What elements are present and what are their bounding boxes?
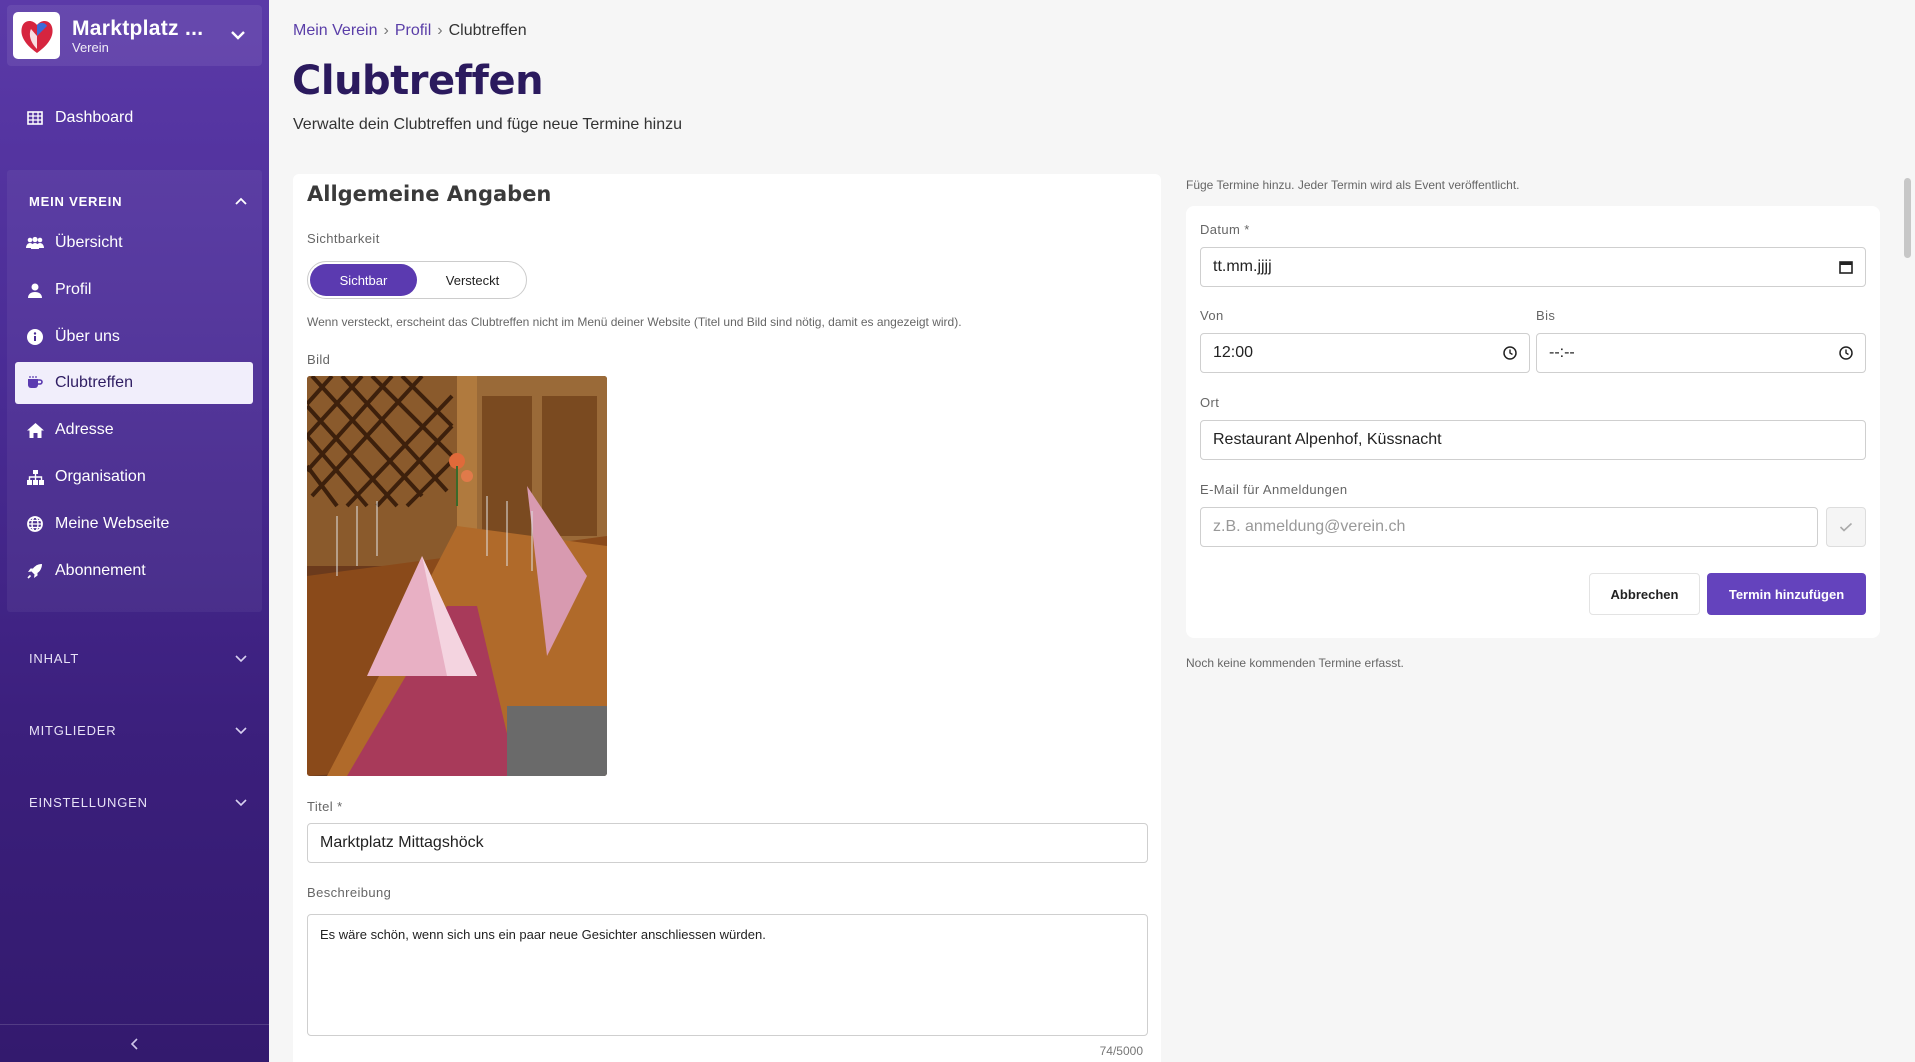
section-heading: Allgemeine Angaben bbox=[307, 182, 552, 206]
to-label: Bis bbox=[1536, 308, 1556, 323]
globe-icon bbox=[15, 516, 55, 532]
to-time-input[interactable]: --:-- bbox=[1536, 333, 1866, 373]
sidebar-item-label: Über uns bbox=[55, 328, 120, 345]
sidebar-item-adresse[interactable]: Adresse bbox=[15, 409, 253, 451]
sidebar-item-clubtreffen[interactable]: Clubtreffen bbox=[15, 362, 253, 404]
description-value: Es wäre schön, wenn sich uns ein paar ne… bbox=[320, 927, 766, 942]
sidebar-item-label: Adresse bbox=[55, 421, 114, 438]
cancel-button[interactable]: Abbrechen bbox=[1589, 573, 1700, 615]
from-time-value: 12:00 bbox=[1213, 344, 1254, 361]
place-input-value: Restaurant Alpenhof, Küssnacht bbox=[1213, 431, 1442, 448]
breadcrumb: Mein Verein › Profil › Clubtreffen bbox=[293, 22, 527, 40]
character-counter: 74/5000 bbox=[1099, 1044, 1143, 1058]
club-image[interactable] bbox=[307, 376, 607, 776]
sidebar-item-label: Abonnement bbox=[55, 562, 146, 579]
breadcrumb-separator-icon: › bbox=[383, 22, 389, 39]
sidebar-item-label: Organisation bbox=[55, 468, 146, 485]
section-label: EINSTELLUNGEN bbox=[29, 795, 148, 810]
rocket-icon bbox=[15, 563, 55, 579]
clock-icon[interactable] bbox=[1503, 346, 1517, 360]
sidebar-item-organisation[interactable]: Organisation bbox=[15, 456, 253, 498]
section-inhalt[interactable]: INHALT bbox=[29, 651, 248, 666]
calendar-icon[interactable] bbox=[1839, 260, 1853, 274]
visibility-hint: Wenn versteckt, erscheint das Clubtreffe… bbox=[307, 315, 962, 329]
page-title: Clubtreffen bbox=[292, 58, 544, 104]
sidebar-item-dashboard[interactable]: Dashboard bbox=[15, 97, 253, 139]
to-time-value: --:-- bbox=[1549, 344, 1575, 361]
chevron-up-icon bbox=[235, 197, 247, 205]
info-icon bbox=[15, 329, 55, 345]
visibility-label: Sichtbarkeit bbox=[307, 231, 380, 246]
no-termine-text: Noch keine kommenden Termine erfasst. bbox=[1186, 656, 1404, 670]
scrollbar-thumb[interactable] bbox=[1904, 178, 1911, 258]
check-icon bbox=[1839, 522, 1853, 532]
email-input[interactable]: z.B. anmeldung@verein.ch bbox=[1200, 507, 1818, 547]
section-mein-verein[interactable]: MEIN VEREIN bbox=[29, 194, 248, 209]
place-input[interactable]: Restaurant Alpenhof, Küssnacht bbox=[1200, 420, 1866, 460]
sidebar-item-ueber-uns[interactable]: Über uns bbox=[15, 316, 253, 358]
page-scrollbar[interactable] bbox=[1901, 160, 1915, 1062]
sidebar-item-label: Übersicht bbox=[55, 234, 123, 251]
clock-icon[interactable] bbox=[1839, 346, 1853, 360]
breadcrumb-link-profil[interactable]: Profil bbox=[395, 22, 431, 40]
place-label: Ort bbox=[1200, 395, 1220, 410]
confirm-email-button[interactable] bbox=[1826, 507, 1866, 547]
sidebar-item-label: Dashboard bbox=[55, 109, 134, 126]
title-label: Titel * bbox=[307, 799, 343, 814]
chevron-down-icon bbox=[230, 27, 246, 45]
sitemap-icon bbox=[15, 469, 55, 485]
visibility-option-hidden[interactable]: Versteckt bbox=[419, 262, 526, 298]
sidebar-item-abonnement[interactable]: Abonnement bbox=[15, 550, 253, 592]
home-icon bbox=[15, 422, 55, 438]
date-input[interactable]: tt.mm.jjjj bbox=[1200, 247, 1866, 287]
page-subtitle: Verwalte dein Clubtreffen und füge neue … bbox=[293, 116, 683, 133]
add-termin-card: Datum * tt.mm.jjjj Von Bis 12:00 --:-- O… bbox=[1186, 206, 1880, 638]
chevron-down-icon bbox=[235, 799, 247, 807]
email-placeholder: z.B. anmeldung@verein.ch bbox=[1213, 518, 1406, 535]
add-termin-button[interactable]: Termin hinzufügen bbox=[1707, 573, 1866, 615]
chevron-down-icon bbox=[235, 727, 247, 735]
description-label: Beschreibung bbox=[307, 885, 392, 900]
sidebar-item-profil[interactable]: Profil bbox=[15, 269, 253, 311]
sidebar-item-label: Clubtreffen bbox=[55, 374, 133, 391]
chevron-down-icon bbox=[235, 655, 247, 663]
chevron-left-icon bbox=[130, 1037, 138, 1050]
logo bbox=[13, 12, 60, 59]
termine-hint: Füge Termine hinzu. Jeder Termin wird al… bbox=[1186, 178, 1520, 192]
table-icon bbox=[15, 111, 55, 125]
collapse-sidebar-button[interactable] bbox=[0, 1024, 269, 1062]
users-icon bbox=[15, 236, 55, 250]
breadcrumb-separator-icon: › bbox=[437, 22, 443, 39]
sidebar-item-label: Meine Webseite bbox=[55, 515, 170, 532]
title-input[interactable]: Marktplatz Mittagshöck bbox=[307, 823, 1148, 863]
user-icon bbox=[15, 283, 55, 298]
sidebar: Marktplatz ... Verein Dashboard MEIN VER… bbox=[0, 0, 269, 1062]
image-label: Bild bbox=[307, 352, 331, 367]
sidebar-item-label: Profil bbox=[55, 281, 92, 298]
section-mitglieder[interactable]: MITGLIEDER bbox=[29, 723, 248, 738]
date-label: Datum * bbox=[1200, 222, 1250, 237]
coffee-icon bbox=[15, 376, 55, 390]
description-textarea[interactable]: Es wäre schön, wenn sich uns ein paar ne… bbox=[307, 914, 1148, 1036]
from-time-input[interactable]: 12:00 bbox=[1200, 333, 1530, 373]
email-label: E-Mail für Anmeldungen bbox=[1200, 482, 1348, 497]
date-input-value: tt.mm.jjjj bbox=[1213, 258, 1272, 275]
breadcrumb-current: Clubtreffen bbox=[448, 22, 527, 39]
visibility-option-visible[interactable]: Sichtbar bbox=[310, 264, 417, 296]
visibility-toggle: Sichtbar Versteckt bbox=[307, 261, 527, 299]
section-label: MEIN VEREIN bbox=[29, 194, 123, 209]
section-label: INHALT bbox=[29, 651, 80, 666]
breadcrumb-link-mein-verein[interactable]: Mein Verein bbox=[293, 22, 378, 40]
organization-switcher[interactable]: Marktplatz ... Verein bbox=[7, 5, 262, 66]
sidebar-item-uebersicht[interactable]: Übersicht bbox=[15, 222, 253, 264]
general-info-card: Allgemeine Angaben Sichtbarkeit Sichtbar… bbox=[293, 174, 1161, 1062]
section-label: MITGLIEDER bbox=[29, 723, 117, 738]
from-label: Von bbox=[1200, 308, 1224, 323]
section-einstellungen[interactable]: EINSTELLUNGEN bbox=[29, 795, 248, 810]
title-input-value: Marktplatz Mittagshöck bbox=[320, 834, 484, 851]
sidebar-item-meine-webseite[interactable]: Meine Webseite bbox=[15, 503, 253, 545]
